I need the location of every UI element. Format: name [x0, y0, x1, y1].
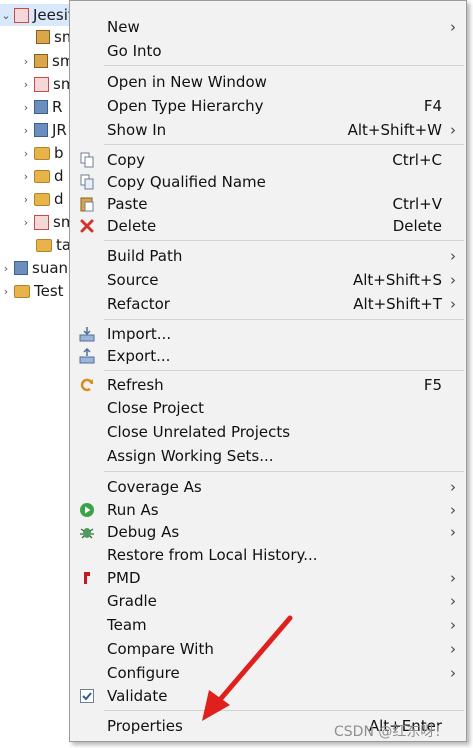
annotation-arrow-icon [202, 615, 293, 721]
watermark: CSDN @红东呀！ [334, 724, 449, 740]
